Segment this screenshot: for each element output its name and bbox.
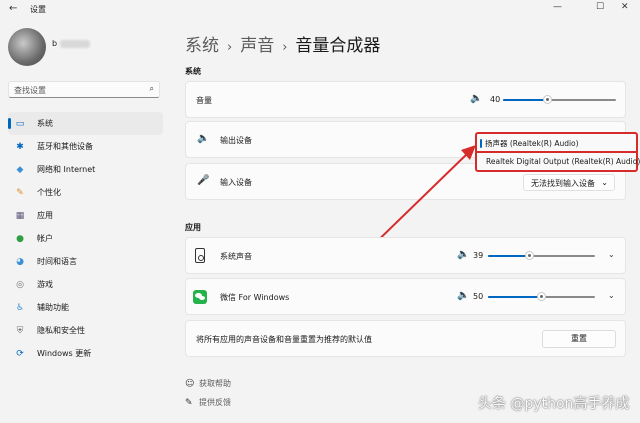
feedback-icon: ✎ [185, 398, 193, 408]
watermark: 头条 @python高手养成 [478, 396, 630, 412]
get-help-label: 获取帮助 [199, 379, 231, 388]
app-volume-slider[interactable] [488, 250, 595, 262]
app-label: 系统声音 [220, 252, 252, 261]
app-label: 微信 For Windows [220, 293, 290, 302]
feedback-label: 提供反馈 [199, 398, 231, 407]
app-volume-value: 39 [473, 251, 484, 260]
annotation-arrow [364, 145, 476, 254]
wechat-icon [193, 290, 207, 304]
app-card-wechat[interactable]: 微信 For Windows 🔈 50 ⌄ [185, 278, 626, 315]
get-help-link[interactable]: ☺ 获取帮助 [185, 378, 231, 389]
app-volume-value: 50 [473, 292, 484, 301]
reset-button[interactable]: 重置 [542, 330, 616, 348]
feedback-link[interactable]: ✎ 提供反馈 [185, 397, 231, 408]
system-sounds-icon [195, 248, 205, 263]
speaker-icon[interactable]: 🔈 [457, 290, 469, 301]
reset-description: 将所有应用的声音设备和音量重置为推荐的默认值 [196, 335, 372, 344]
app-volume-slider[interactable] [488, 291, 595, 303]
apps-section-heading: 应用 [185, 223, 201, 232]
chevron-down-icon[interactable]: ⌄ [608, 250, 615, 259]
app-card-system-sounds[interactable]: 系统声音 🔈 39 ⌄ [185, 237, 626, 274]
help-icon: ☺ [185, 379, 195, 389]
chevron-down-icon[interactable]: ⌄ [608, 291, 615, 300]
speaker-icon[interactable]: 🔈 [457, 249, 469, 260]
